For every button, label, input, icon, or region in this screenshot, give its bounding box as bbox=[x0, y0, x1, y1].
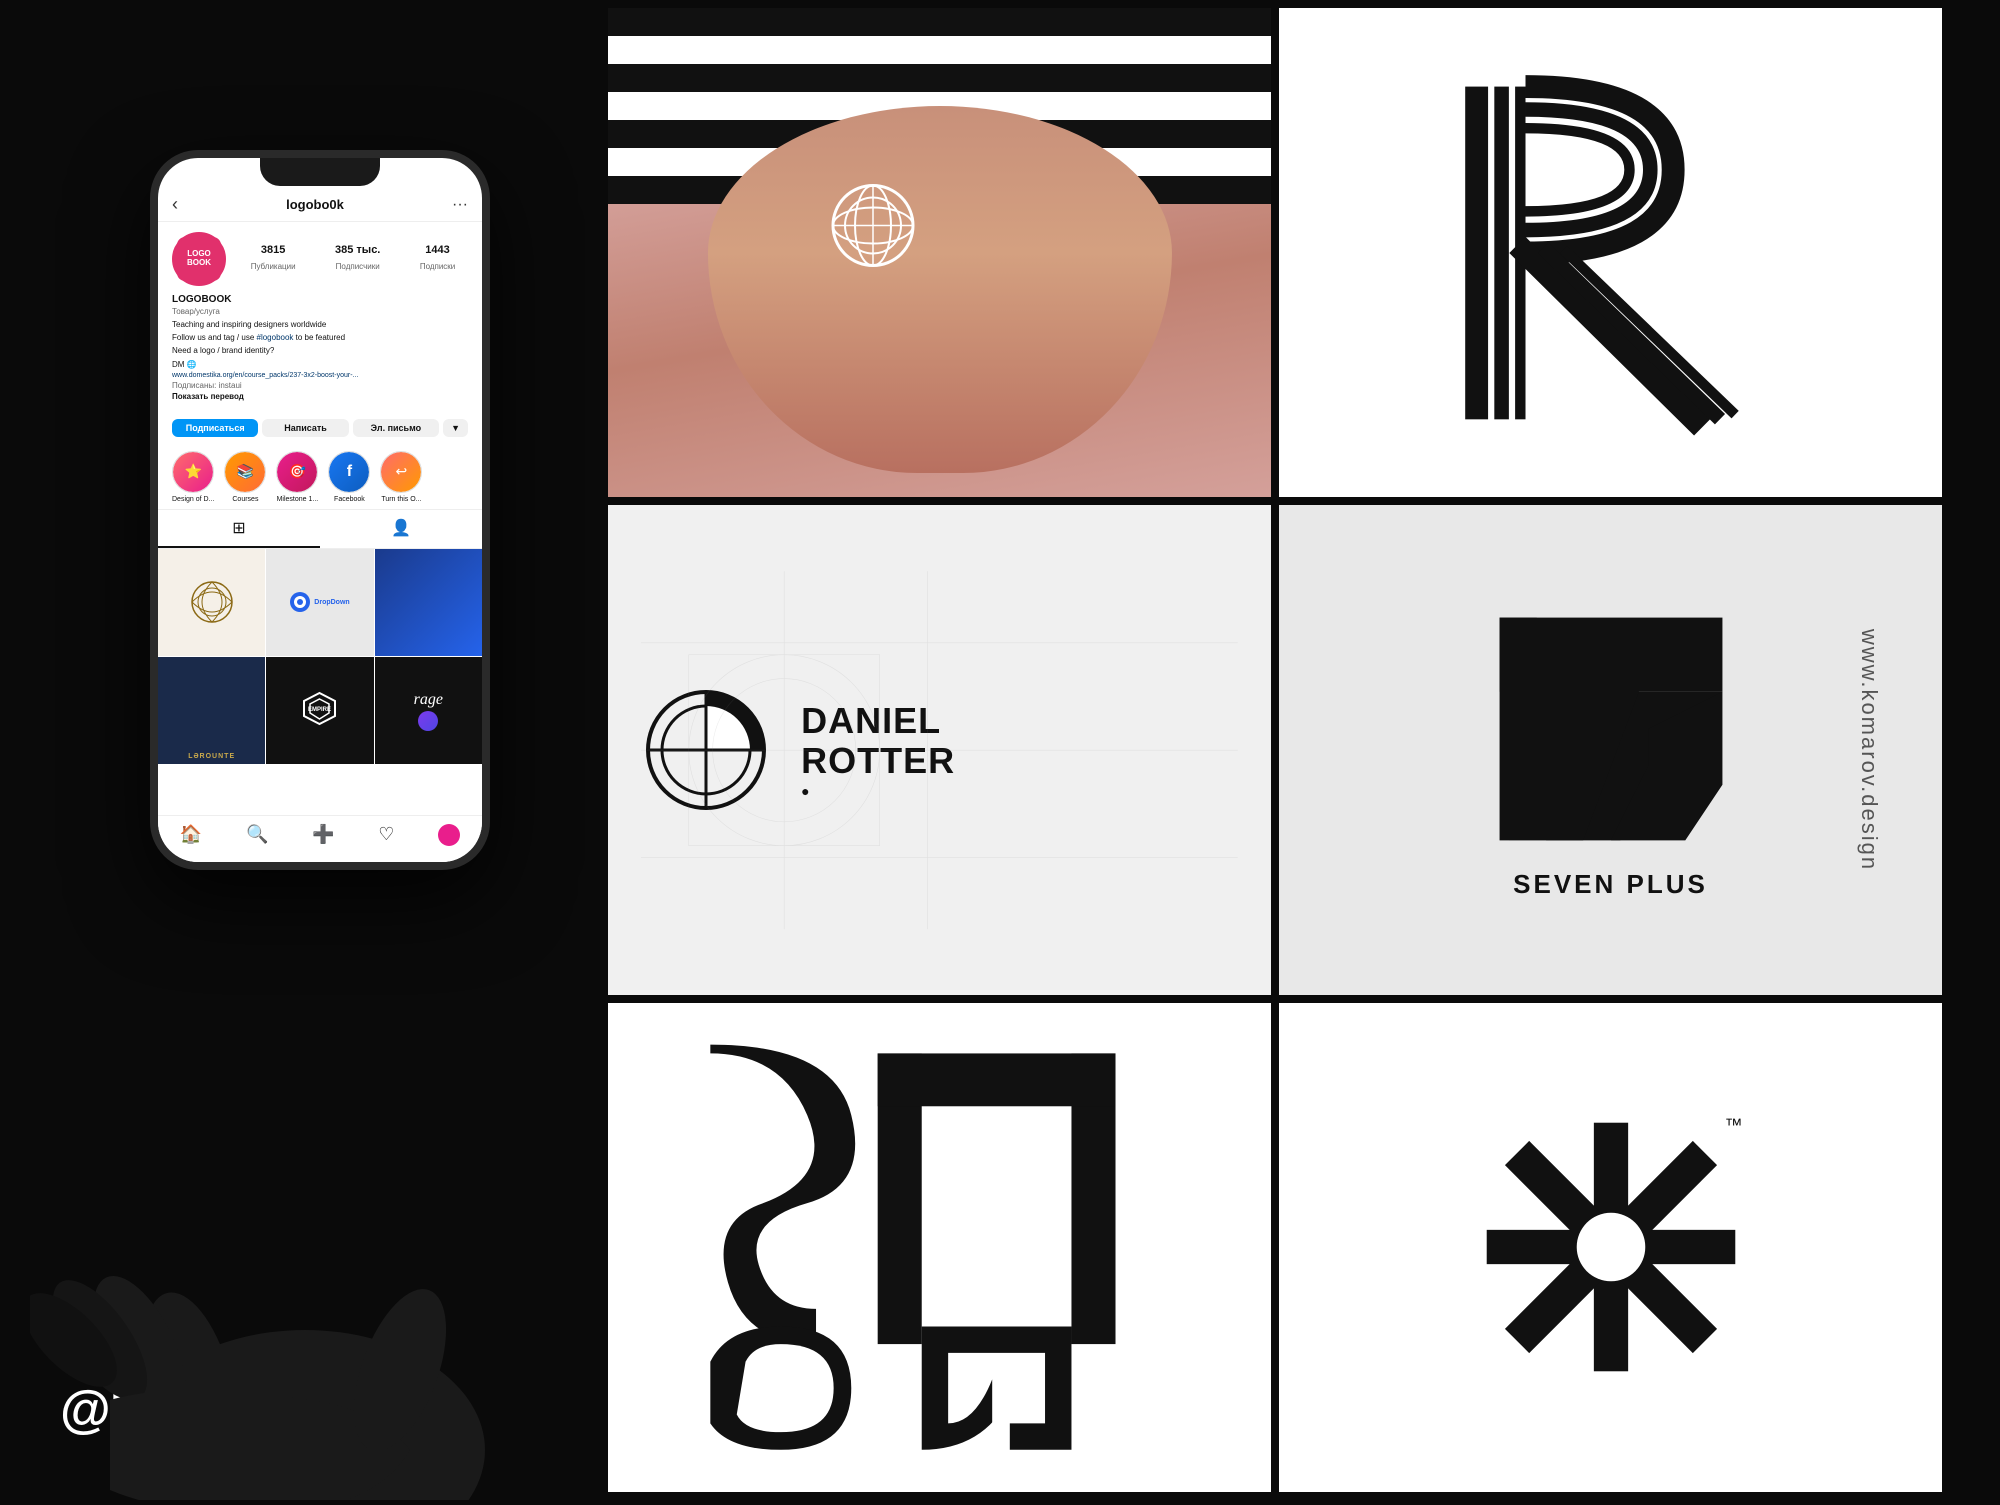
stat-followers-label: Подписчики bbox=[336, 262, 380, 271]
right-section: DANIEL ROTTER ● SEVEN PLUS bbox=[600, 0, 1950, 1500]
stat-publications: 3815 Публикации bbox=[251, 244, 296, 274]
avatar-logo: LOGOBOOK bbox=[177, 237, 221, 281]
bio-line3: Need a logo / brand identity? bbox=[172, 345, 468, 356]
highlight-facebook-label: Facebook bbox=[328, 496, 370, 503]
profile-username: logobo0k bbox=[286, 197, 344, 212]
logo-cell-r bbox=[1279, 8, 1942, 497]
logo-cell-abstract bbox=[608, 1003, 1271, 1492]
k-asterisk-svg bbox=[1461, 1097, 1761, 1397]
bio-link[interactable]: www.domestika.org/en/course_packs/237-3x… bbox=[172, 372, 468, 379]
stat-publications-number: 3815 bbox=[251, 244, 296, 256]
highlight-turn[interactable]: ↩ Turn this O... bbox=[380, 451, 422, 503]
highlight-courses-circle: 📚 bbox=[224, 451, 266, 493]
highlight-milestone-circle: 🎯 bbox=[276, 451, 318, 493]
stat-following-label: Подписки bbox=[420, 262, 455, 271]
logo-cell-seven: SEVEN PLUS bbox=[1279, 505, 1942, 994]
bio-line2: Follow us and tag / use #logobook to be … bbox=[172, 332, 468, 343]
watermark-right: www.komarov.design bbox=[1856, 629, 1882, 871]
logo-cell-woman bbox=[608, 8, 1271, 497]
hand-svg bbox=[30, 700, 580, 1500]
logo-cell-k: ™ bbox=[1279, 1003, 1942, 1492]
abstract-letters-svg bbox=[641, 1027, 1238, 1467]
stat-followers-number: 385 тыс. bbox=[335, 244, 380, 256]
translate-label[interactable]: Показать перевод bbox=[172, 392, 468, 401]
profile-stats: 3815 Публикации 385 тыс. Подписчики 1443… bbox=[238, 244, 468, 274]
seven-plus-svg bbox=[1471, 599, 1751, 859]
highlight-courses[interactable]: 📚 Courses bbox=[224, 451, 266, 503]
phone-notch bbox=[260, 158, 380, 186]
message-button[interactable]: Написать bbox=[262, 419, 348, 437]
tm-mark: ™ bbox=[1725, 1115, 1743, 1136]
following-label: Подписаны: instaui bbox=[172, 381, 468, 390]
profile-category: Товар/услуга bbox=[172, 307, 468, 316]
grid-tab-posts[interactable]: ⊞ bbox=[158, 510, 320, 548]
left-section: @logobo0k ‹ logobo0k ··· LOGOBOOK bbox=[0, 0, 600, 1500]
stat-followers: 385 тыс. Подписчики bbox=[335, 244, 380, 274]
highlight-design-circle: ⭐ bbox=[172, 451, 214, 493]
ornamental-icon bbox=[182, 567, 242, 637]
stat-publications-label: Публикации bbox=[251, 262, 296, 271]
more-button[interactable]: ··· bbox=[452, 196, 468, 214]
follow-button[interactable]: Подписаться bbox=[172, 419, 258, 437]
r-lettermark-svg bbox=[1329, 45, 1893, 461]
stat-following: 1443 Подписки bbox=[420, 244, 455, 274]
construction-grid bbox=[641, 530, 1238, 970]
bio-line4: DM 🌐 bbox=[172, 359, 468, 370]
highlight-milestone-label: Milestone 1... bbox=[276, 496, 318, 503]
action-buttons: Подписаться Написать Эл. письмо ▼ bbox=[158, 419, 482, 437]
highlight-turn-label: Turn this O... bbox=[380, 496, 422, 503]
profile-name: LOGOBOOK bbox=[172, 294, 468, 305]
dropdown-button[interactable]: ▼ bbox=[443, 419, 468, 437]
profile-section: LOGOBOOK 3815 Публикации 385 тыс. Подпис… bbox=[158, 222, 482, 419]
hand-overlay bbox=[30, 700, 580, 1500]
grid-post-3[interactable] bbox=[375, 549, 482, 656]
highlight-design-label: Design of D... bbox=[172, 496, 214, 503]
circle-logo-overlay bbox=[823, 176, 923, 276]
bio-line1: Teaching and inspiring designers worldwi… bbox=[172, 319, 468, 330]
profile-top: LOGOBOOK 3815 Публикации 385 тыс. Подпис… bbox=[172, 232, 468, 286]
highlights-row: ⭐ Design of D... 📚 Courses 🎯 bbox=[158, 445, 482, 510]
grid-post-2[interactable]: DropDown bbox=[266, 549, 373, 656]
logo-cell-daniel: DANIEL ROTTER ● bbox=[608, 505, 1271, 994]
seven-plus-label: SEVEN PLUS bbox=[1513, 869, 1708, 900]
grid-post-1[interactable] bbox=[158, 549, 265, 656]
highlight-facebook-circle: f bbox=[328, 451, 370, 493]
grid-tabs: ⊞ 👤 bbox=[158, 510, 482, 549]
stat-following-number: 1443 bbox=[420, 244, 455, 256]
avatar: LOGOBOOK bbox=[172, 232, 226, 286]
email-button[interactable]: Эл. письмо bbox=[353, 419, 439, 437]
highlight-courses-label: Courses bbox=[224, 496, 266, 503]
highlight-milestone[interactable]: 🎯 Milestone 1... bbox=[276, 451, 318, 503]
highlight-design[interactable]: ⭐ Design of D... bbox=[172, 451, 214, 503]
grid-tab-tagged[interactable]: 👤 bbox=[320, 510, 482, 548]
back-button[interactable]: ‹ bbox=[172, 194, 178, 215]
highlight-facebook[interactable]: f Facebook bbox=[328, 451, 370, 503]
highlight-turn-circle: ↩ bbox=[380, 451, 422, 493]
